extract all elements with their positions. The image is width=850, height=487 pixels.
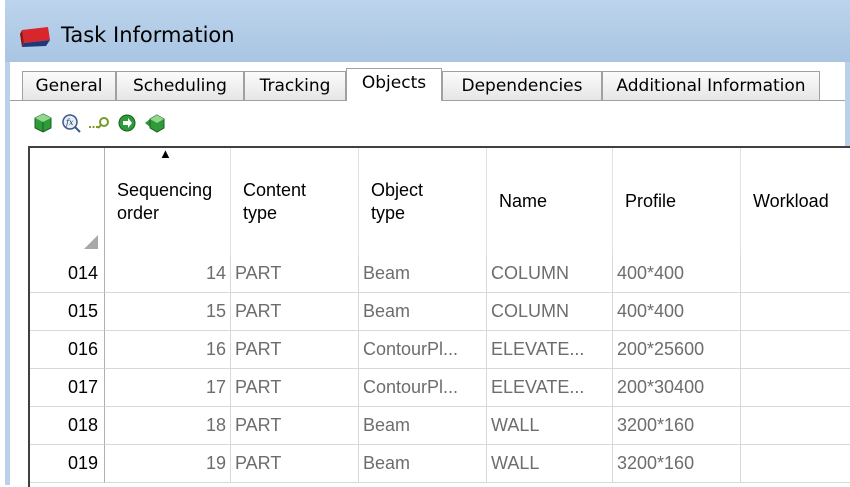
import-object-icon (145, 114, 165, 133)
cell-object-type[interactable]: ContourPl... (359, 369, 487, 407)
add-object-button[interactable] (32, 112, 54, 134)
go-arrow-icon (118, 114, 136, 132)
cell-name[interactable]: ELEVATE... (487, 369, 613, 407)
cell-workload[interactable] (741, 255, 850, 293)
cell-name[interactable]: COLUMN (487, 293, 613, 331)
formula-search-button[interactable]: fx (60, 112, 82, 134)
cell-workload[interactable] (741, 331, 850, 369)
tab-objects[interactable]: Objects (346, 68, 442, 101)
cell-sequencing-order[interactable]: 16 (105, 331, 231, 369)
cell-object-type[interactable]: Beam (359, 407, 487, 445)
formula-search-icon: fx (62, 114, 81, 133)
tab-additional-information[interactable]: Additional Information (602, 71, 820, 100)
cell-profile[interactable]: 400*400 (613, 255, 741, 293)
cell-content-type[interactable]: PART (231, 293, 359, 331)
import-object-button[interactable] (144, 112, 166, 134)
cell-object-type[interactable]: ContourPl... (359, 331, 487, 369)
cell-name[interactable]: ELEVATE... (487, 331, 613, 369)
cell-name[interactable]: COLUMN (487, 255, 613, 293)
column-header-sequencing-order[interactable]: ▲ Sequencing order (105, 148, 231, 255)
cell-sequencing-order[interactable]: 18 (105, 407, 231, 445)
objects-toolbar: fx (30, 112, 230, 138)
go-button[interactable] (116, 112, 138, 134)
cell-object-type[interactable]: Beam (359, 445, 487, 483)
row-header[interactable]: 018 (30, 407, 105, 445)
task-icon (20, 27, 50, 47)
cell-object-type[interactable]: Beam (359, 255, 487, 293)
select-all-corner-icon (84, 235, 98, 249)
row-header[interactable]: 014 (30, 255, 105, 293)
column-header-workload[interactable]: Workload (741, 148, 850, 255)
cell-sequencing-order[interactable]: 14 (105, 255, 231, 293)
cell-workload[interactable] (741, 369, 850, 407)
cell-content-type[interactable]: PART (231, 407, 359, 445)
title-bar[interactable]: Task Information (5, 0, 850, 62)
cell-profile[interactable]: 3200*160 (613, 445, 741, 483)
add-object-icon (34, 113, 52, 133)
tab-scheduling[interactable]: Scheduling (116, 71, 244, 100)
cell-sequencing-order[interactable]: 15 (105, 293, 231, 331)
row-header[interactable]: 015 (30, 293, 105, 331)
link-key-button[interactable] (88, 112, 110, 134)
cell-content-type[interactable]: PART (231, 369, 359, 407)
svg-text:fx: fx (65, 118, 74, 127)
column-header-name[interactable]: Name (487, 148, 613, 255)
row-header[interactable]: 019 (30, 445, 105, 483)
cell-name[interactable]: WALL (487, 407, 613, 445)
table-row[interactable]: 015 15 PART Beam COLUMN 400*400 (30, 293, 850, 331)
table-row[interactable]: 017 17 PART ContourPl... ELEVATE... 200*30400 (30, 369, 850, 407)
cell-workload[interactable] (741, 293, 850, 331)
cell-name[interactable]: WALL (487, 445, 613, 483)
tab-tracking[interactable]: Tracking (244, 71, 346, 100)
table-row[interactable]: 018 18 PART Beam WALL 3200*160 (30, 407, 850, 445)
cell-content-type[interactable]: PART (231, 445, 359, 483)
cell-object-type[interactable]: Beam (359, 293, 487, 331)
column-header-content-type[interactable]: Content type (231, 148, 359, 255)
cell-profile[interactable]: 3200*160 (613, 407, 741, 445)
cell-profile[interactable]: 200*25600 (613, 331, 741, 369)
table-row[interactable]: 014 14 PART Beam COLUMN 400*400 (30, 255, 850, 293)
table-row[interactable]: 019 19 PART Beam WALL 3200*160 (30, 445, 850, 483)
cell-sequencing-order[interactable]: 19 (105, 445, 231, 483)
window-title: Task Information (61, 23, 235, 47)
tab-general[interactable]: General (22, 71, 116, 100)
cell-content-type[interactable]: PART (231, 331, 359, 369)
row-header[interactable]: 017 (30, 369, 105, 407)
link-key-icon (89, 117, 109, 129)
cell-profile[interactable]: 400*400 (613, 293, 741, 331)
cell-workload[interactable] (741, 445, 850, 483)
sort-ascending-icon: ▲ (159, 146, 172, 161)
cell-sequencing-order[interactable]: 17 (105, 369, 231, 407)
cell-workload[interactable] (741, 407, 850, 445)
cell-content-type[interactable]: PART (231, 255, 359, 293)
cell-profile[interactable]: 200*30400 (613, 369, 741, 407)
grid-corner-header[interactable] (30, 148, 105, 255)
table-row[interactable]: 016 16 PART ContourPl... ELEVATE... 200*25600 (30, 331, 850, 369)
objects-grid: ▲ Sequencing order Content type Object t… (28, 146, 850, 487)
column-header-profile[interactable]: Profile (613, 148, 741, 255)
column-header-object-type[interactable]: Object type (359, 148, 487, 255)
tab-strip: General Scheduling Tracking Objects Depe… (10, 68, 845, 101)
row-header[interactable]: 016 (30, 331, 105, 369)
tab-dependencies[interactable]: Dependencies (442, 71, 602, 100)
